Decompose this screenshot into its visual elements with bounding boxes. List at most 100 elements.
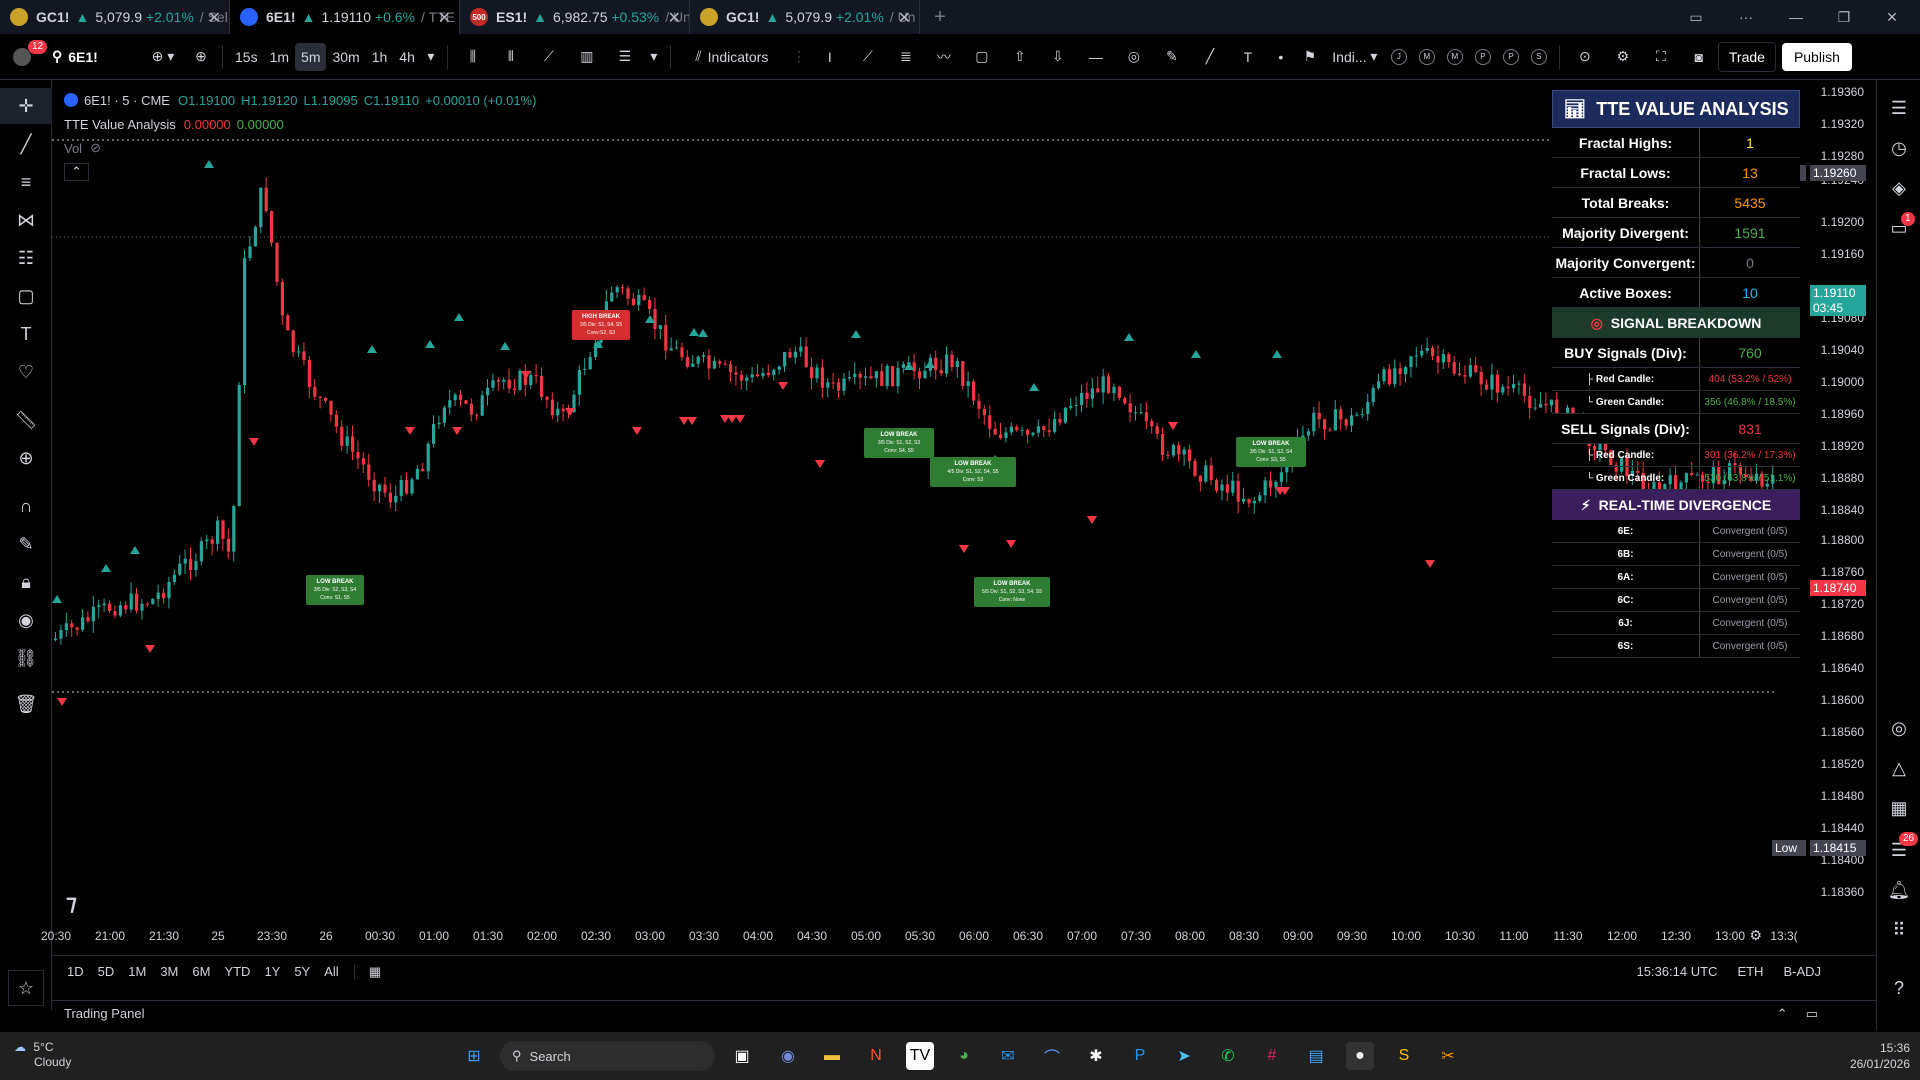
range-5y[interactable]: 5Y xyxy=(287,964,317,979)
more-icon[interactable]: ··· xyxy=(1726,0,1766,34)
perplexity-icon[interactable]: ✱ xyxy=(1082,1042,1110,1070)
time-axis[interactable]: ⚙ 20:30 21:00 21:30 25 23:30 26 00:30 01:00 01:3… xyxy=(41,925,1798,949)
chevron-up-icon[interactable]: ⌃ xyxy=(1777,1006,1788,1022)
close-icon[interactable]: ✕ xyxy=(438,8,451,28)
candles-icon[interactable]: ⫴ xyxy=(492,34,530,80)
projection-icon[interactable]: ☷ xyxy=(0,240,52,276)
session-toggle[interactable]: ETH xyxy=(1730,964,1770,979)
layout-icon[interactable]: ▭ xyxy=(1676,0,1716,34)
windows-start-icon[interactable]: ⊞ xyxy=(460,1042,488,1070)
ray-icon[interactable]: ⟋ xyxy=(849,34,887,80)
bell-icon[interactable]: 🔔︎ xyxy=(1877,872,1920,908)
interval-5m[interactable]: 5m xyxy=(295,42,327,71)
line-chart-icon[interactable]: ⟋ xyxy=(530,34,568,80)
app-icon-n[interactable]: N xyxy=(862,1042,890,1070)
ideas-icon[interactable]: △ xyxy=(1877,750,1920,786)
range-1y[interactable]: 1Y xyxy=(257,964,287,979)
range-ytd[interactable]: YTD xyxy=(217,964,257,979)
whatsapp-icon[interactable]: ✆ xyxy=(1214,1042,1242,1070)
eye-icon[interactable]: ◉ xyxy=(0,602,52,638)
close-icon[interactable]: ✕ xyxy=(898,8,911,28)
maximize-icon[interactable]: ❐ xyxy=(1824,0,1864,34)
range-6m[interactable]: 6M xyxy=(185,964,217,979)
calendar-icon[interactable]: ▦ xyxy=(1877,790,1920,826)
tab-3[interactable]: GC1! ▲ 5,079.9 +2.01% / Un ✕ xyxy=(690,0,920,34)
dot-icon[interactable]: • xyxy=(1267,34,1295,80)
flag-icon[interactable]: ⚑ xyxy=(1295,34,1325,80)
indicator-dropdown[interactable]: Indi... ▾ xyxy=(1325,34,1385,80)
text-icon[interactable]: T xyxy=(0,316,52,352)
help-icon[interactable]: ? xyxy=(1877,970,1920,1006)
chat-icon[interactable]: ▭ 1 xyxy=(1877,210,1920,246)
obs-icon[interactable]: ● xyxy=(1346,1042,1374,1070)
fib-icon[interactable]: ≣ xyxy=(887,34,925,80)
circle-button-p2[interactable]: P xyxy=(1502,48,1519,65)
heart-icon[interactable]: ♡ xyxy=(0,354,52,390)
app-icon-p[interactable]: P xyxy=(1126,1042,1154,1070)
indicators-button[interactable]: ⫽ Indicators xyxy=(677,34,787,80)
circle-button-j[interactable]: J xyxy=(1390,48,1407,65)
shapes-icon[interactable]: ▢ xyxy=(0,278,52,314)
app-icon-plane[interactable]: ➤ xyxy=(1170,1042,1198,1070)
range-all[interactable]: All xyxy=(317,964,345,979)
wave-icon[interactable]: 〰 xyxy=(925,34,963,80)
drag-handle-icon[interactable]: ⋮ xyxy=(787,34,811,80)
user-avatar[interactable]: 12 xyxy=(0,34,48,80)
snip-icon[interactable]: ✂ xyxy=(1434,1042,1462,1070)
price-chart[interactable]: HIGH BREAK 3/5 Div: S1, S4, S5 Conv:S2, S3… xyxy=(52,80,1776,950)
rectangle-icon[interactable]: ▢ xyxy=(963,34,1001,80)
text-cursor-icon[interactable]: Ι xyxy=(811,34,849,80)
compare-icon[interactable]: ⊕ ▾ xyxy=(140,34,186,80)
app-icon-s[interactable]: S xyxy=(1390,1042,1418,1070)
star-icon[interactable]: ☆ xyxy=(8,970,44,1006)
outlook-icon[interactable]: ✉ xyxy=(994,1042,1022,1070)
apps-grid-icon[interactable]: ⠿ xyxy=(1877,912,1920,948)
brush-icon[interactable]: ✎ xyxy=(1153,34,1191,80)
layers-icon[interactable]: ◈ xyxy=(1877,170,1920,206)
lock-icon[interactable]: 🔒︎ xyxy=(0,564,52,600)
text-tool-icon[interactable]: T xyxy=(1229,34,1267,80)
hidden-eye-icon[interactable]: ⊘ xyxy=(90,140,101,156)
circle-button-s[interactable]: S xyxy=(1530,48,1547,65)
circle-button-m1[interactable]: M xyxy=(1418,48,1435,65)
symbol-search[interactable]: ⚲ 6E1! xyxy=(44,42,140,72)
interval-1m[interactable]: 1m xyxy=(264,34,295,80)
trend-line-icon[interactable]: ╱ xyxy=(1191,34,1229,80)
watchlist-icon[interactable]: ☰ xyxy=(1877,90,1920,126)
system-clock[interactable]: 15:36 26/01/2026 xyxy=(1840,1040,1910,1072)
magnet-icon[interactable]: ∩ xyxy=(0,488,52,524)
trend-line-icon[interactable]: ╱ xyxy=(0,126,52,162)
bar-style-icon[interactable]: ⫼ xyxy=(454,34,492,80)
arc-icon[interactable]: ⌒ xyxy=(1038,1042,1066,1070)
utc-clock[interactable]: 15:36:14 UTC xyxy=(1630,964,1725,979)
close-window-icon[interactable]: ✕ xyxy=(1872,0,1912,34)
taskbar-search[interactable]: ⚲ Search xyxy=(500,1041,715,1071)
tab-1[interactable]: 6E1! ▲ 1.19110 +0.6% / TTE ✕ xyxy=(230,0,460,34)
interval-15s[interactable]: 15s xyxy=(229,34,264,80)
range-1d[interactable]: 1D xyxy=(60,964,91,979)
columns-icon[interactable]: ▥ xyxy=(568,34,606,80)
chevron-down-icon[interactable]: ▾ xyxy=(421,34,441,80)
range-3m[interactable]: 3M xyxy=(153,964,185,979)
range-5d[interactable]: 5D xyxy=(91,964,122,979)
ruler-icon[interactable]: 📏︎ xyxy=(0,402,52,438)
arrow-up-icon[interactable]: ⇧ xyxy=(1001,34,1039,80)
interval-1h[interactable]: 1h xyxy=(366,34,394,80)
alerts-icon[interactable]: ◷ xyxy=(1877,130,1920,166)
publish-button[interactable]: Publish xyxy=(1781,42,1852,71)
zoom-icon[interactable]: ⊙ xyxy=(1566,34,1604,80)
tab-2[interactable]: 500 ES1! ▲ 6,982.75 +0.53% / Un ✕ xyxy=(460,0,690,34)
maximize-panel-icon[interactable]: ▭ xyxy=(1806,1006,1818,1022)
trade-button[interactable]: Trade xyxy=(1717,41,1776,72)
area-icon[interactable]: ☰ xyxy=(606,34,644,80)
circle-icon[interactable]: ◎ xyxy=(1115,34,1153,80)
chrome-icon[interactable]: ◕ xyxy=(950,1042,978,1070)
arrow-down-icon[interactable]: ⇩ xyxy=(1039,34,1077,80)
close-icon[interactable]: ✕ xyxy=(668,8,681,28)
slack-icon[interactable]: # xyxy=(1258,1042,1286,1070)
adjustment-toggle[interactable]: B-ADJ xyxy=(1776,964,1828,979)
circle-button-m2[interactable]: M xyxy=(1446,48,1463,65)
indicator-legend-row[interactable]: TTE Value Analysis 0.00000 0.00000 xyxy=(64,112,536,136)
notepad-icon[interactable]: ▤ xyxy=(1302,1042,1330,1070)
link-icon[interactable]: ⛓ xyxy=(0,640,52,676)
